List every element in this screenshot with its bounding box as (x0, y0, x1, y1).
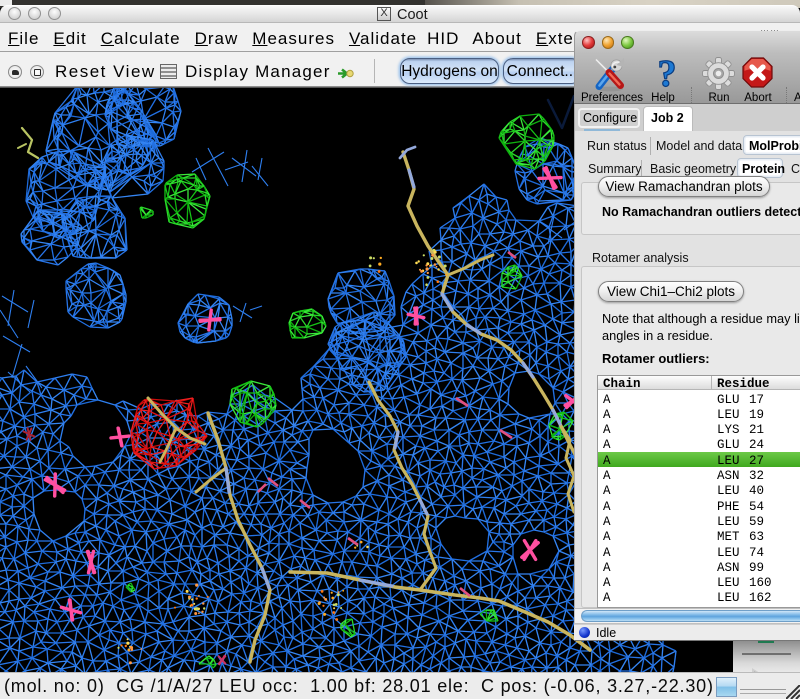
svg-text:?: ? (658, 55, 677, 93)
